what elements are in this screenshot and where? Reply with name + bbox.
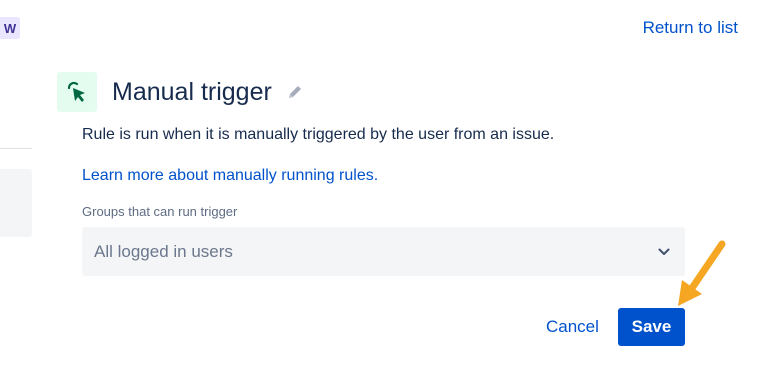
chevron-down-icon	[657, 245, 671, 259]
cancel-button[interactable]: Cancel	[536, 308, 609, 346]
pencil-icon[interactable]	[286, 83, 304, 101]
return-to-list-link[interactable]: Return to list	[643, 18, 738, 38]
groups-select-value: All logged in users	[94, 241, 233, 261]
cursor-click-icon	[57, 72, 97, 112]
edge-divider	[0, 148, 32, 149]
edge-panel	[0, 169, 32, 237]
arrow-pointer-icon	[678, 240, 726, 306]
groups-select[interactable]: All logged in users	[82, 227, 685, 276]
trigger-title: Manual trigger	[112, 77, 272, 106]
edge-badge-text: W	[3, 20, 17, 36]
groups-field-label: Groups that can run trigger	[82, 204, 238, 219]
learn-more-link[interactable]: Learn more about manually running rules.	[82, 167, 378, 185]
trigger-header: Manual trigger	[57, 72, 304, 112]
rule-editor-page: W Return to list Manual trigger Rule is …	[0, 0, 777, 377]
edge-badge: W	[0, 17, 20, 39]
trigger-description: Rule is run when it is manually triggere…	[82, 126, 555, 143]
save-button[interactable]: Save	[618, 308, 685, 346]
